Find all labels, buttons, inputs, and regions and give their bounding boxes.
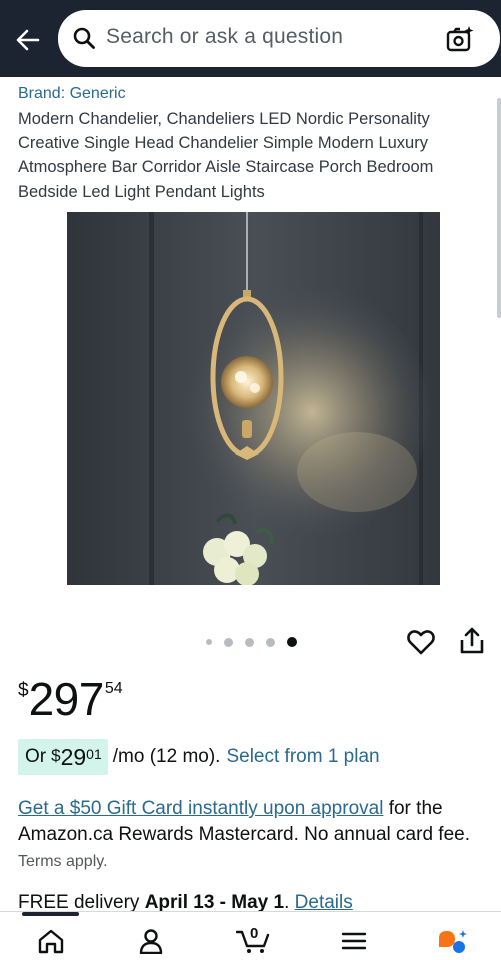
account-icon[interactable] — [136, 928, 166, 954]
monthly-term: /mo (12 mo). — [112, 746, 221, 767]
home-icon[interactable] — [36, 928, 66, 954]
nav-active-indicator — [22, 912, 79, 916]
price-fraction: 54 — [104, 680, 123, 697]
product-image[interactable] — [67, 212, 440, 585]
brand-link[interactable]: Brand: Generic — [18, 85, 126, 103]
back-arrow-icon — [16, 29, 40, 51]
share-icon[interactable] — [458, 626, 486, 656]
monthly-prefix: Or — [25, 746, 47, 767]
monthly-amount: 29 — [60, 743, 87, 770]
price: $ 297 54 — [18, 674, 123, 724]
search-input[interactable]: Search or ask a question — [106, 25, 343, 49]
back-button[interactable] — [12, 24, 44, 56]
image-carousel-dots[interactable] — [206, 637, 297, 647]
price-currency: $ — [18, 680, 29, 701]
gift-card-link[interactable]: Get a $50 Gift Card instantly upon appro… — [18, 798, 383, 819]
product-title: Modern Chandelier, Chandeliers LED Nordi… — [18, 110, 434, 201]
carousel-dot[interactable] — [224, 637, 233, 647]
gift-card-offer: Get a $50 Gift Card instantly upon appro… — [18, 796, 488, 875]
price-whole: 297 — [28, 673, 105, 725]
search-icon — [73, 27, 95, 49]
carousel-dot[interactable] — [206, 639, 212, 645]
heart-icon[interactable] — [405, 626, 437, 658]
cart-button[interactable]: 0 — [235, 925, 272, 954]
select-plan-link[interactable]: Select from 1 plan — [226, 746, 379, 768]
carousel-dot-active[interactable] — [287, 637, 297, 647]
monthly-payment: Or $ 29 01 /mo (12 mo). Select from 1 pl… — [18, 739, 380, 775]
cart-count: 0 — [250, 925, 259, 942]
free-delivery-label: FREE delivery — [18, 892, 140, 913]
carousel-dot[interactable] — [245, 637, 254, 647]
rufus-ai-icon[interactable] — [436, 928, 470, 954]
monthly-price-badge: Or $ 29 01 — [18, 739, 108, 775]
terms-apply[interactable]: Terms apply. — [18, 853, 108, 870]
monthly-cents: 01 — [86, 746, 102, 762]
monthly-currency: $ — [51, 746, 61, 765]
search-bar[interactable]: Search or ask a question — [58, 10, 500, 67]
delivery-details-link[interactable]: Details — [295, 892, 353, 913]
chandelier-photo — [67, 212, 440, 585]
delivery-dates: April 13 - May 1 — [144, 892, 285, 913]
top-header: Search or ask a question — [0, 0, 501, 77]
scrollbar[interactable] — [497, 98, 501, 318]
camera-search-icon[interactable] — [445, 24, 475, 54]
menu-icon[interactable] — [339, 928, 369, 954]
carousel-dot[interactable] — [266, 637, 275, 647]
delivery-period: . — [284, 892, 290, 913]
